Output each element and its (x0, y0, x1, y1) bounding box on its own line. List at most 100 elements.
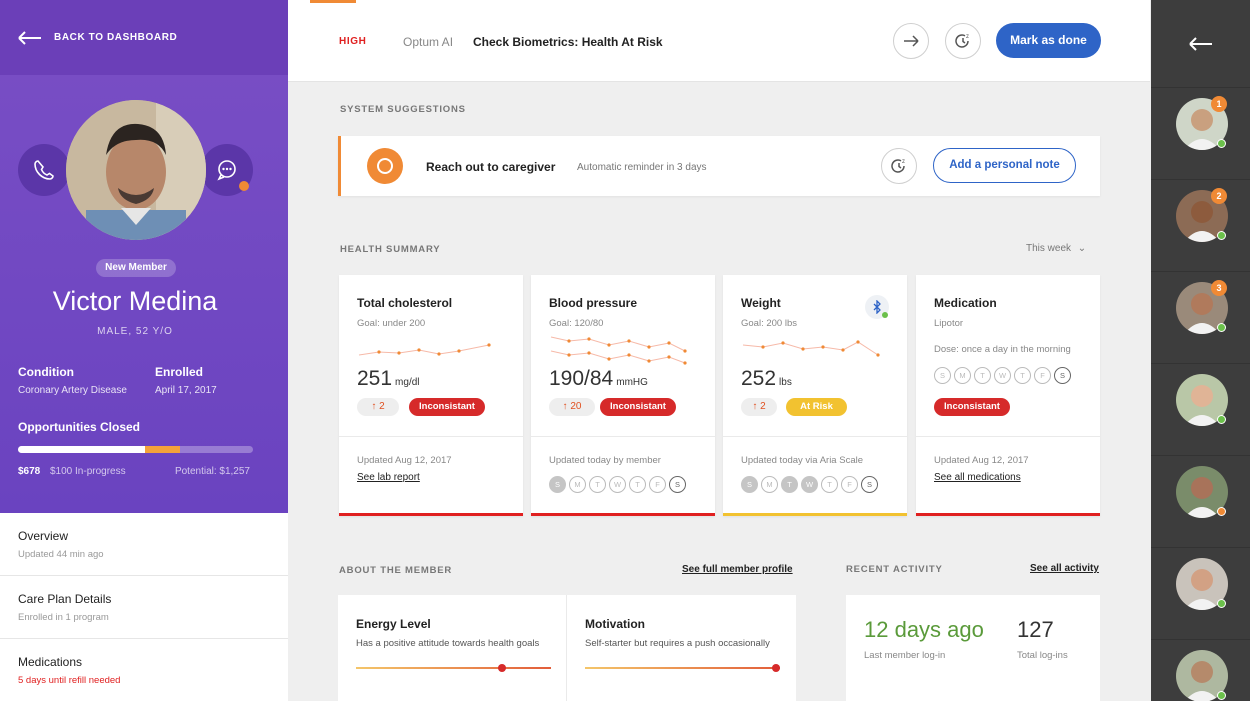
range-dropdown[interactable]: This week ⌄ (1026, 243, 1086, 254)
arrow-right-icon (904, 35, 919, 47)
weight-card[interactable]: Weight Goal: 200 lbs 252 lbs ↑ 2 At Risk … (723, 275, 907, 516)
suggestion-title: Reach out to caregiver (426, 160, 556, 174)
card-value: 251 mg/dl (357, 367, 420, 391)
nav-care-plan-title: Care Plan Details (18, 592, 112, 606)
day-indicator: W (801, 476, 818, 493)
card-value: 252 lbs (741, 367, 792, 391)
blood-pressure-sparkline (550, 336, 687, 365)
value-unit: lbs (779, 377, 792, 388)
energy-slider-track (356, 667, 551, 669)
rail-member-item[interactable] (1151, 548, 1250, 640)
see-full-profile-link[interactable]: See full member profile (682, 564, 793, 575)
nav-overview[interactable]: Overview Updated 44 min ago (0, 513, 288, 576)
last-login-label: Last member log-in (864, 650, 946, 661)
card-status-bar (723, 513, 907, 516)
priority-label: HIGH (339, 36, 367, 47)
day-indicator: S (861, 476, 878, 493)
back-label: BACK TO DASHBOARD (54, 32, 178, 43)
total-logins-label: Total log-ins (1017, 650, 1068, 661)
member-profile-panel: BACK TO DASHBOARD New Member Victor Medi… (0, 0, 288, 513)
day-indicator: M (954, 367, 971, 384)
opportunities-progress-bar (18, 446, 253, 453)
member-avatar (66, 100, 206, 240)
card-goal: Goal: 200 lbs (741, 318, 797, 329)
suggestion-snooze-button[interactable]: z (881, 148, 917, 184)
suggestion-status-icon (367, 148, 403, 184)
nav-medications[interactable]: Medications 5 days until refill needed (0, 639, 288, 701)
closed-amount: $678 (18, 466, 41, 477)
day-indicator: F (841, 476, 858, 493)
chat-bubble-icon (217, 160, 236, 181)
member-name: Victor Medina (52, 286, 218, 316)
phone-icon (34, 160, 54, 180)
presence-status-dot (1217, 691, 1226, 700)
snooze-clock-icon: z (955, 34, 969, 48)
card-divider (339, 436, 523, 437)
nav-care-plan[interactable]: Care Plan Details Enrolled in 1 program (0, 576, 288, 639)
weight-sparkline (742, 340, 880, 357)
presence-status-dot (1217, 599, 1226, 608)
medication-card[interactable]: Medication Lipotor Dose: once a day in t… (916, 275, 1100, 516)
header-accent (310, 0, 356, 3)
rail-member-item[interactable] (1151, 364, 1250, 456)
new-member-badge: New Member (96, 259, 176, 277)
rail-member-item[interactable]: 3 (1151, 272, 1250, 364)
nav-care-plan-sub: Enrolled in 1 program (18, 612, 109, 623)
motivation-title: Motivation (585, 617, 645, 631)
card-title: Total cholesterol (357, 296, 453, 310)
collapse-rail-button[interactable] (1151, 0, 1250, 88)
rail-member-item[interactable]: 2 (1151, 180, 1250, 272)
member-demographics: MALE, 52 Y/O (97, 326, 173, 337)
rail-member-item[interactable]: 1 (1151, 88, 1250, 180)
day-indicator: S (669, 476, 686, 493)
medication-weekday-tracker: S M T W T F S (934, 367, 1071, 384)
next-task-button[interactable] (893, 23, 929, 59)
arrow-left-icon (1188, 36, 1212, 51)
delta-badge: ↑ 2 (741, 398, 777, 416)
call-button[interactable] (18, 144, 70, 196)
rail-member-item[interactable] (1151, 456, 1250, 548)
delta-badge: ↑ 2 (357, 398, 399, 416)
opportunities-label: Opportunities Closed (18, 420, 141, 434)
notification-count-badge: 2 (1211, 188, 1227, 204)
day-indicator: T (629, 476, 646, 493)
task-header: HIGH Optum AI Check Biometrics: Health A… (288, 0, 1150, 82)
condition-label: Condition (18, 365, 74, 379)
mark-as-done-button[interactable]: Mark as done (996, 23, 1101, 58)
cholesterol-card[interactable]: Total cholesterol Goal: under 200 251 mg/… (339, 275, 523, 516)
see-all-medications-link[interactable]: See all medications (934, 472, 1021, 483)
presence-status-dot (1217, 231, 1226, 240)
presence-status-dot (1217, 139, 1226, 148)
day-indicator: S (1054, 367, 1071, 384)
see-all-activity-link[interactable]: See all activity (1030, 563, 1099, 574)
nav-medications-title: Medications (18, 655, 83, 669)
status-badge: Inconsistant (934, 398, 1010, 416)
updated-text: Updated Aug 12, 2017 (357, 455, 452, 466)
card-divider (916, 436, 1100, 437)
status-badge: Inconsistant (409, 398, 485, 416)
updated-text: Updated today via Aria Scale (741, 455, 863, 466)
add-personal-note-button[interactable]: Add a personal note (933, 148, 1076, 183)
card-status-bar (339, 513, 523, 516)
energy-desc: Has a positive attitude towards health g… (356, 638, 540, 649)
energy-title: Energy Level (356, 617, 431, 631)
svg-text:z: z (902, 159, 905, 165)
message-button[interactable] (201, 144, 253, 196)
see-lab-report-link[interactable]: See lab report (357, 472, 420, 483)
motivation-slider-track (585, 667, 780, 669)
member-queue-rail: 1 2 3 (1151, 0, 1250, 701)
rail-member-item[interactable] (1151, 640, 1250, 701)
day-indicator: M (761, 476, 778, 493)
day-indicator: S (549, 476, 566, 493)
value-unit: mg/dl (395, 377, 420, 388)
snooze-clock-icon: z (891, 159, 905, 173)
medication-name: Lipotor (934, 318, 964, 329)
day-indicator: F (649, 476, 666, 493)
snooze-button[interactable]: z (945, 23, 981, 59)
presence-status-dot (1217, 323, 1226, 332)
closed-fill (18, 446, 145, 453)
updated-text: Updated Aug 12, 2017 (934, 455, 1029, 466)
back-to-dashboard-link[interactable]: BACK TO DASHBOARD (0, 0, 288, 75)
blood-pressure-card[interactable]: Blood pressure Goal: 120/80 190/84 mmHG ↑… (531, 275, 715, 516)
status-badge: At Risk (786, 398, 847, 416)
